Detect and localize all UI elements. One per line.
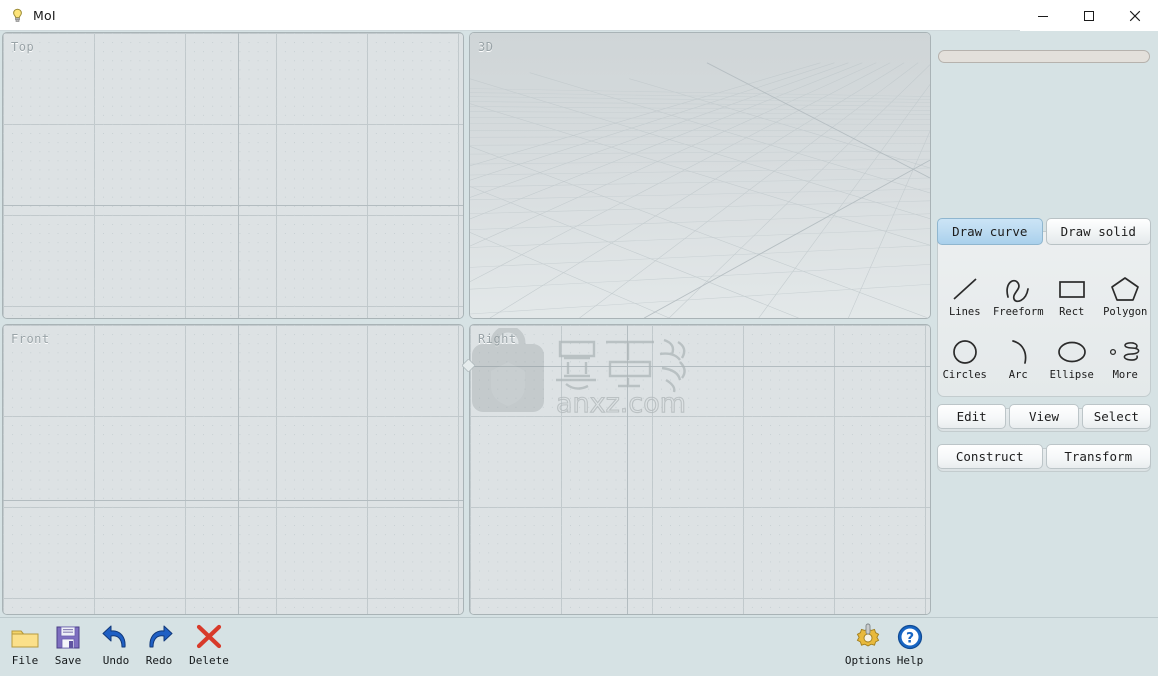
axis-vertical <box>238 33 239 318</box>
title-bar-left: MoI <box>0 7 56 24</box>
viewport-label-front: Front <box>11 332 50 346</box>
circle-icon <box>944 335 986 368</box>
tab-draw-curve[interactable]: Draw curve <box>937 218 1043 245</box>
tab-draw-solid[interactable]: Draw solid <box>1045 218 1151 245</box>
line-icon <box>944 272 986 305</box>
button-view[interactable]: View <box>1009 404 1079 429</box>
undo-button[interactable]: Undo <box>94 621 138 673</box>
viewport-container: Top 3D Front Right anxz.com <box>2 32 931 615</box>
lightbulb-icon <box>9 7 26 24</box>
button-label: Help <box>896 654 924 667</box>
close-button[interactable] <box>1112 0 1158 31</box>
button-label: Save <box>54 654 82 667</box>
axis-horizontal <box>3 205 463 206</box>
window-title: MoI <box>33 7 56 23</box>
tool-label: Lines <box>948 306 981 318</box>
undo-arrow-icon <box>101 621 131 653</box>
tool-ellipse[interactable]: Ellipse <box>1045 335 1099 392</box>
floppy-disk-icon <box>54 621 82 653</box>
bottom-toolbar: File Save Undo Redo Delete Options ? Hel… <box>0 617 1158 676</box>
axis-vertical <box>627 325 628 614</box>
viewport-label-3d: 3D <box>478 40 494 54</box>
tool-label: More <box>1112 369 1138 381</box>
maximize-icon <box>1084 10 1094 21</box>
ellipse-icon <box>1051 335 1093 368</box>
tool-freeform[interactable]: Freeform <box>992 272 1046 329</box>
save-button[interactable]: Save <box>46 621 90 673</box>
maximize-button[interactable] <box>1066 0 1112 31</box>
button-transform[interactable]: Transform <box>1045 444 1151 469</box>
button-edit[interactable]: Edit <box>937 404 1007 429</box>
moi-application-window: MoI Top 3D Front Right anxz.com Lines Fr… <box>0 0 1158 676</box>
grid-front <box>3 325 463 614</box>
draw-mode-tabs: Draw curve Draw solid <box>937 218 1151 245</box>
svg-text:?: ? <box>906 631 914 647</box>
tool-lines[interactable]: Lines <box>938 272 992 329</box>
minimize-button[interactable] <box>1020 0 1066 31</box>
title-bar: MoI <box>0 0 1158 31</box>
freeform-curve-icon <box>997 272 1039 305</box>
arc-icon <box>997 335 1039 368</box>
help-button[interactable]: ? Help <box>889 621 931 673</box>
helix-icon <box>1104 335 1146 368</box>
viewport-3d[interactable]: 3D <box>469 32 931 319</box>
tool-more[interactable]: More <box>1099 335 1153 392</box>
right-side-panel: Lines Freeform Rect Polygon Circles Arc … <box>933 32 1156 615</box>
button-construct[interactable]: Construct <box>937 444 1043 469</box>
button-label: Redo <box>145 654 173 667</box>
x-cross-icon <box>195 621 223 653</box>
grid-right <box>470 325 930 614</box>
command-row-construct: Construct Transform <box>937 444 1151 471</box>
grid-top <box>3 33 463 318</box>
question-mark-icon: ? <box>896 621 924 653</box>
viewport-top[interactable]: Top <box>2 32 464 319</box>
options-button[interactable]: Options <box>845 621 891 673</box>
prompt-bar[interactable] <box>938 50 1150 63</box>
tool-label: Arc <box>1008 369 1028 381</box>
tool-rect[interactable]: Rect <box>1045 272 1099 329</box>
window-controls <box>1020 0 1158 31</box>
button-label: Undo <box>102 654 130 667</box>
draw-tool-grid: Lines Freeform Rect Polygon Circles Arc … <box>938 272 1152 392</box>
rectangle-icon <box>1051 272 1093 305</box>
grid-3d <box>470 33 930 318</box>
close-icon <box>1129 10 1141 21</box>
delete-button[interactable]: Delete <box>187 621 231 673</box>
command-row-edit: Edit View Select <box>937 404 1151 431</box>
viewport-label-top: Top <box>11 40 35 54</box>
tool-arc[interactable]: Arc <box>992 335 1046 392</box>
button-label: Delete <box>189 654 229 667</box>
viewport-front[interactable]: Front <box>2 324 464 615</box>
tool-polygon[interactable]: Polygon <box>1099 272 1153 329</box>
polygon-icon <box>1104 272 1146 305</box>
axis-vertical <box>238 325 239 614</box>
folder-icon <box>10 621 40 653</box>
button-label: File <box>11 654 39 667</box>
axis-horizontal <box>3 500 463 501</box>
redo-arrow-icon <box>144 621 174 653</box>
redo-button[interactable]: Redo <box>137 621 181 673</box>
gear-icon <box>853 621 883 653</box>
button-label: Options <box>844 654 892 667</box>
tool-label: Freeform <box>992 306 1044 318</box>
minimize-icon <box>1038 15 1048 17</box>
viewport-label-right: Right <box>478 332 517 346</box>
file-button[interactable]: File <box>3 621 47 673</box>
draw-tool-panel: Lines Freeform Rect Polygon Circles Arc … <box>937 231 1151 397</box>
tool-label: Polygon <box>1103 306 1148 318</box>
button-select[interactable]: Select <box>1081 404 1151 429</box>
viewport-splitter-handle[interactable] <box>461 357 476 373</box>
tool-label: Ellipse <box>1049 369 1094 381</box>
tool-label: Rect <box>1059 306 1085 318</box>
viewport-right[interactable]: Right <box>469 324 931 615</box>
axis-horizontal <box>470 366 930 367</box>
tool-label: Circles <box>942 369 987 381</box>
tool-circles[interactable]: Circles <box>938 335 992 392</box>
